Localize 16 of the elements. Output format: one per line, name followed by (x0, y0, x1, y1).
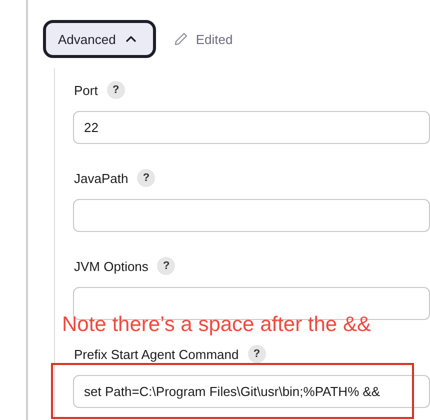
input-field[interactable]: 22 (73, 111, 430, 144)
help-badge[interactable]: ? (157, 257, 176, 275)
help-badge[interactable]: ? (106, 81, 125, 99)
field-label: Port (74, 82, 98, 98)
advanced-button[interactable]: Advanced (43, 20, 156, 58)
input-field[interactable] (73, 199, 430, 232)
annotation-note: Note there’s a space after the && (62, 313, 371, 337)
help-badge[interactable]: ? (137, 169, 156, 187)
caret-icon (124, 34, 137, 44)
field-label: Prefix Start Agent Command (74, 346, 239, 362)
help-badge[interactable]: ? (248, 345, 266, 363)
pencil-icon (174, 32, 188, 46)
field-label: JVM Options (74, 258, 148, 274)
field-label: JavaPath (74, 170, 128, 186)
input-field[interactable]: set Path=C:\Program Files\Git\usr\bin;%PATH% && (73, 375, 430, 408)
edited-status: Edited (196, 32, 233, 46)
